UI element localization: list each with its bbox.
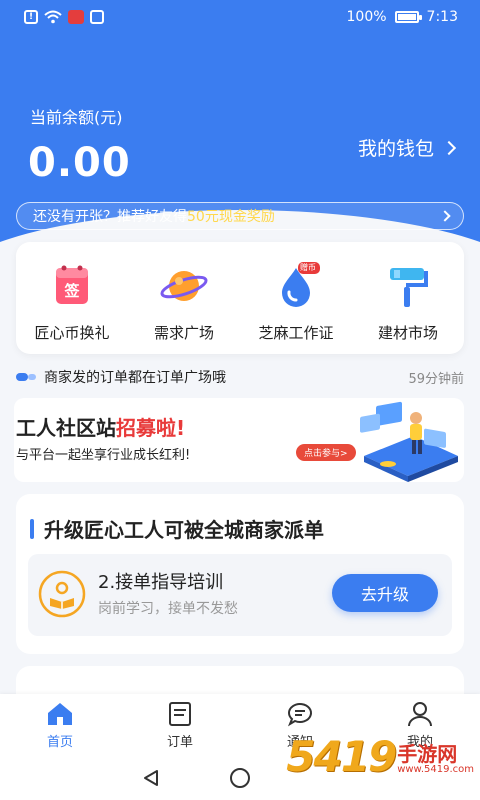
wifi-icon [44, 10, 62, 24]
banner-title-highlight: 招募啦! [116, 416, 186, 440]
tab-label: 首页 [46, 734, 73, 750]
chat-bubble-icon [287, 702, 312, 726]
title-accent-bar [30, 518, 34, 539]
water-drop-badge-icon: 赠币 [272, 262, 320, 310]
notice-bar[interactable]: 商家发的订单都在订单广场哦 59分钟前 [16, 362, 464, 392]
clock: 7:13 [426, 9, 458, 25]
quick-action-demand-plaza[interactable]: 需求广场 [129, 262, 239, 343]
upgrade-card: 升级匠心工人可被全城商家派单 2.接单指导培训 岗前学习，接单不发愁 去升级 [16, 494, 464, 654]
tab-orders[interactable]: 订单 [140, 701, 220, 750]
invite-banner[interactable]: 还没有开张？推荐好友得50元现金奖励 [16, 202, 464, 230]
banner-subtitle: 与平台一起坐享行业成长红利! [16, 448, 191, 463]
tab-home[interactable]: 首页 [20, 701, 100, 750]
upgrade-title-text: 升级匠心工人可被全城商家派单 [44, 518, 324, 542]
megaphone-icon [16, 373, 36, 381]
my-wallet-link[interactable]: 我的钱包 [357, 134, 457, 161]
training-item-name: 2.接单指导培训 [98, 572, 224, 593]
watermark-number: 5419 [286, 732, 397, 781]
alert-icon: ! [24, 10, 38, 24]
watermark-url: www.5419.com [397, 764, 474, 775]
quick-action-label: 建材市场 [377, 324, 438, 342]
quick-action-label: 匠心币换礼 [34, 324, 110, 342]
watermark-cn: 手游网 [397, 742, 458, 766]
quick-actions-card: 签 匠心币换礼 需求广场 赠币 芝麻工作证 建材市场 [16, 242, 464, 354]
upgrade-title: 升级匠心工人可被全城商家派单 [30, 514, 324, 543]
banner-title-prefix: 工人社区站 [16, 416, 116, 440]
invite-text-prefix: 还没有开张？推荐好友得 [33, 209, 187, 225]
chevron-right-icon [441, 140, 457, 155]
person-icon [408, 701, 432, 726]
quick-action-label: 需求广场 [153, 324, 214, 342]
training-item[interactable]: 2.接单指导培训 岗前学习，接单不发愁 去升级 [28, 554, 452, 636]
book-app-icon [90, 10, 104, 24]
site-watermark: 5419 手游网 www.5419.com [286, 732, 474, 781]
quick-action-building-market[interactable]: 建材市场 [353, 262, 463, 343]
svg-text:签: 签 [63, 282, 80, 300]
status-bar: ! 100% 7:13 [0, 0, 480, 34]
chevron-right-icon [439, 210, 451, 222]
notice-time: 59分钟前 [408, 371, 464, 387]
gift-tag-icon: 签 [48, 262, 96, 310]
planet-icon [160, 262, 208, 310]
paint-roller-icon [384, 262, 432, 310]
home-icon [48, 702, 72, 725]
back-icon[interactable] [142, 769, 160, 787]
home-circle-icon[interactable] [230, 768, 250, 788]
news-app-icon [68, 10, 84, 24]
training-item-desc: 岗前学习，接单不发愁 [98, 601, 238, 617]
watermark-text: 手游网 www.5419.com [397, 744, 474, 775]
training-book-icon [38, 570, 86, 618]
my-wallet-label: 我的钱包 [357, 138, 434, 160]
quick-action-gift-exchange[interactable]: 签 匠心币换礼 [17, 262, 127, 343]
notice-text: 商家发的订单都在订单广场哦 [44, 370, 226, 386]
quick-action-work-permit[interactable]: 赠币 芝麻工作证 [241, 262, 351, 343]
invite-text: 还没有开张？推荐好友得50元现金奖励 [33, 206, 275, 226]
tab-label: 订单 [166, 734, 193, 750]
quick-action-label: 芝麻工作证 [258, 324, 334, 342]
battery-icon [394, 11, 422, 23]
upgrade-button[interactable]: 去升级 [332, 574, 438, 612]
balance-value: 0.00 [28, 140, 131, 186]
order-list-icon [169, 701, 191, 726]
worker-illustration [360, 401, 458, 482]
banner-title: 工人社区站招募啦! [16, 412, 185, 441]
community-recruit-banner[interactable]: 工人社区站招募啦! 与平台一起坐享行业成长红利! 点击参与> [14, 398, 464, 482]
gift-coin-badge: 赠币 [300, 263, 316, 272]
invite-reward-highlight: 50元现金奖励 [187, 209, 275, 225]
battery-percent: 100% [346, 9, 387, 25]
banner-join-button[interactable]: 点击参与> [296, 444, 356, 461]
balance-label: 当前余额(元) [30, 108, 123, 127]
